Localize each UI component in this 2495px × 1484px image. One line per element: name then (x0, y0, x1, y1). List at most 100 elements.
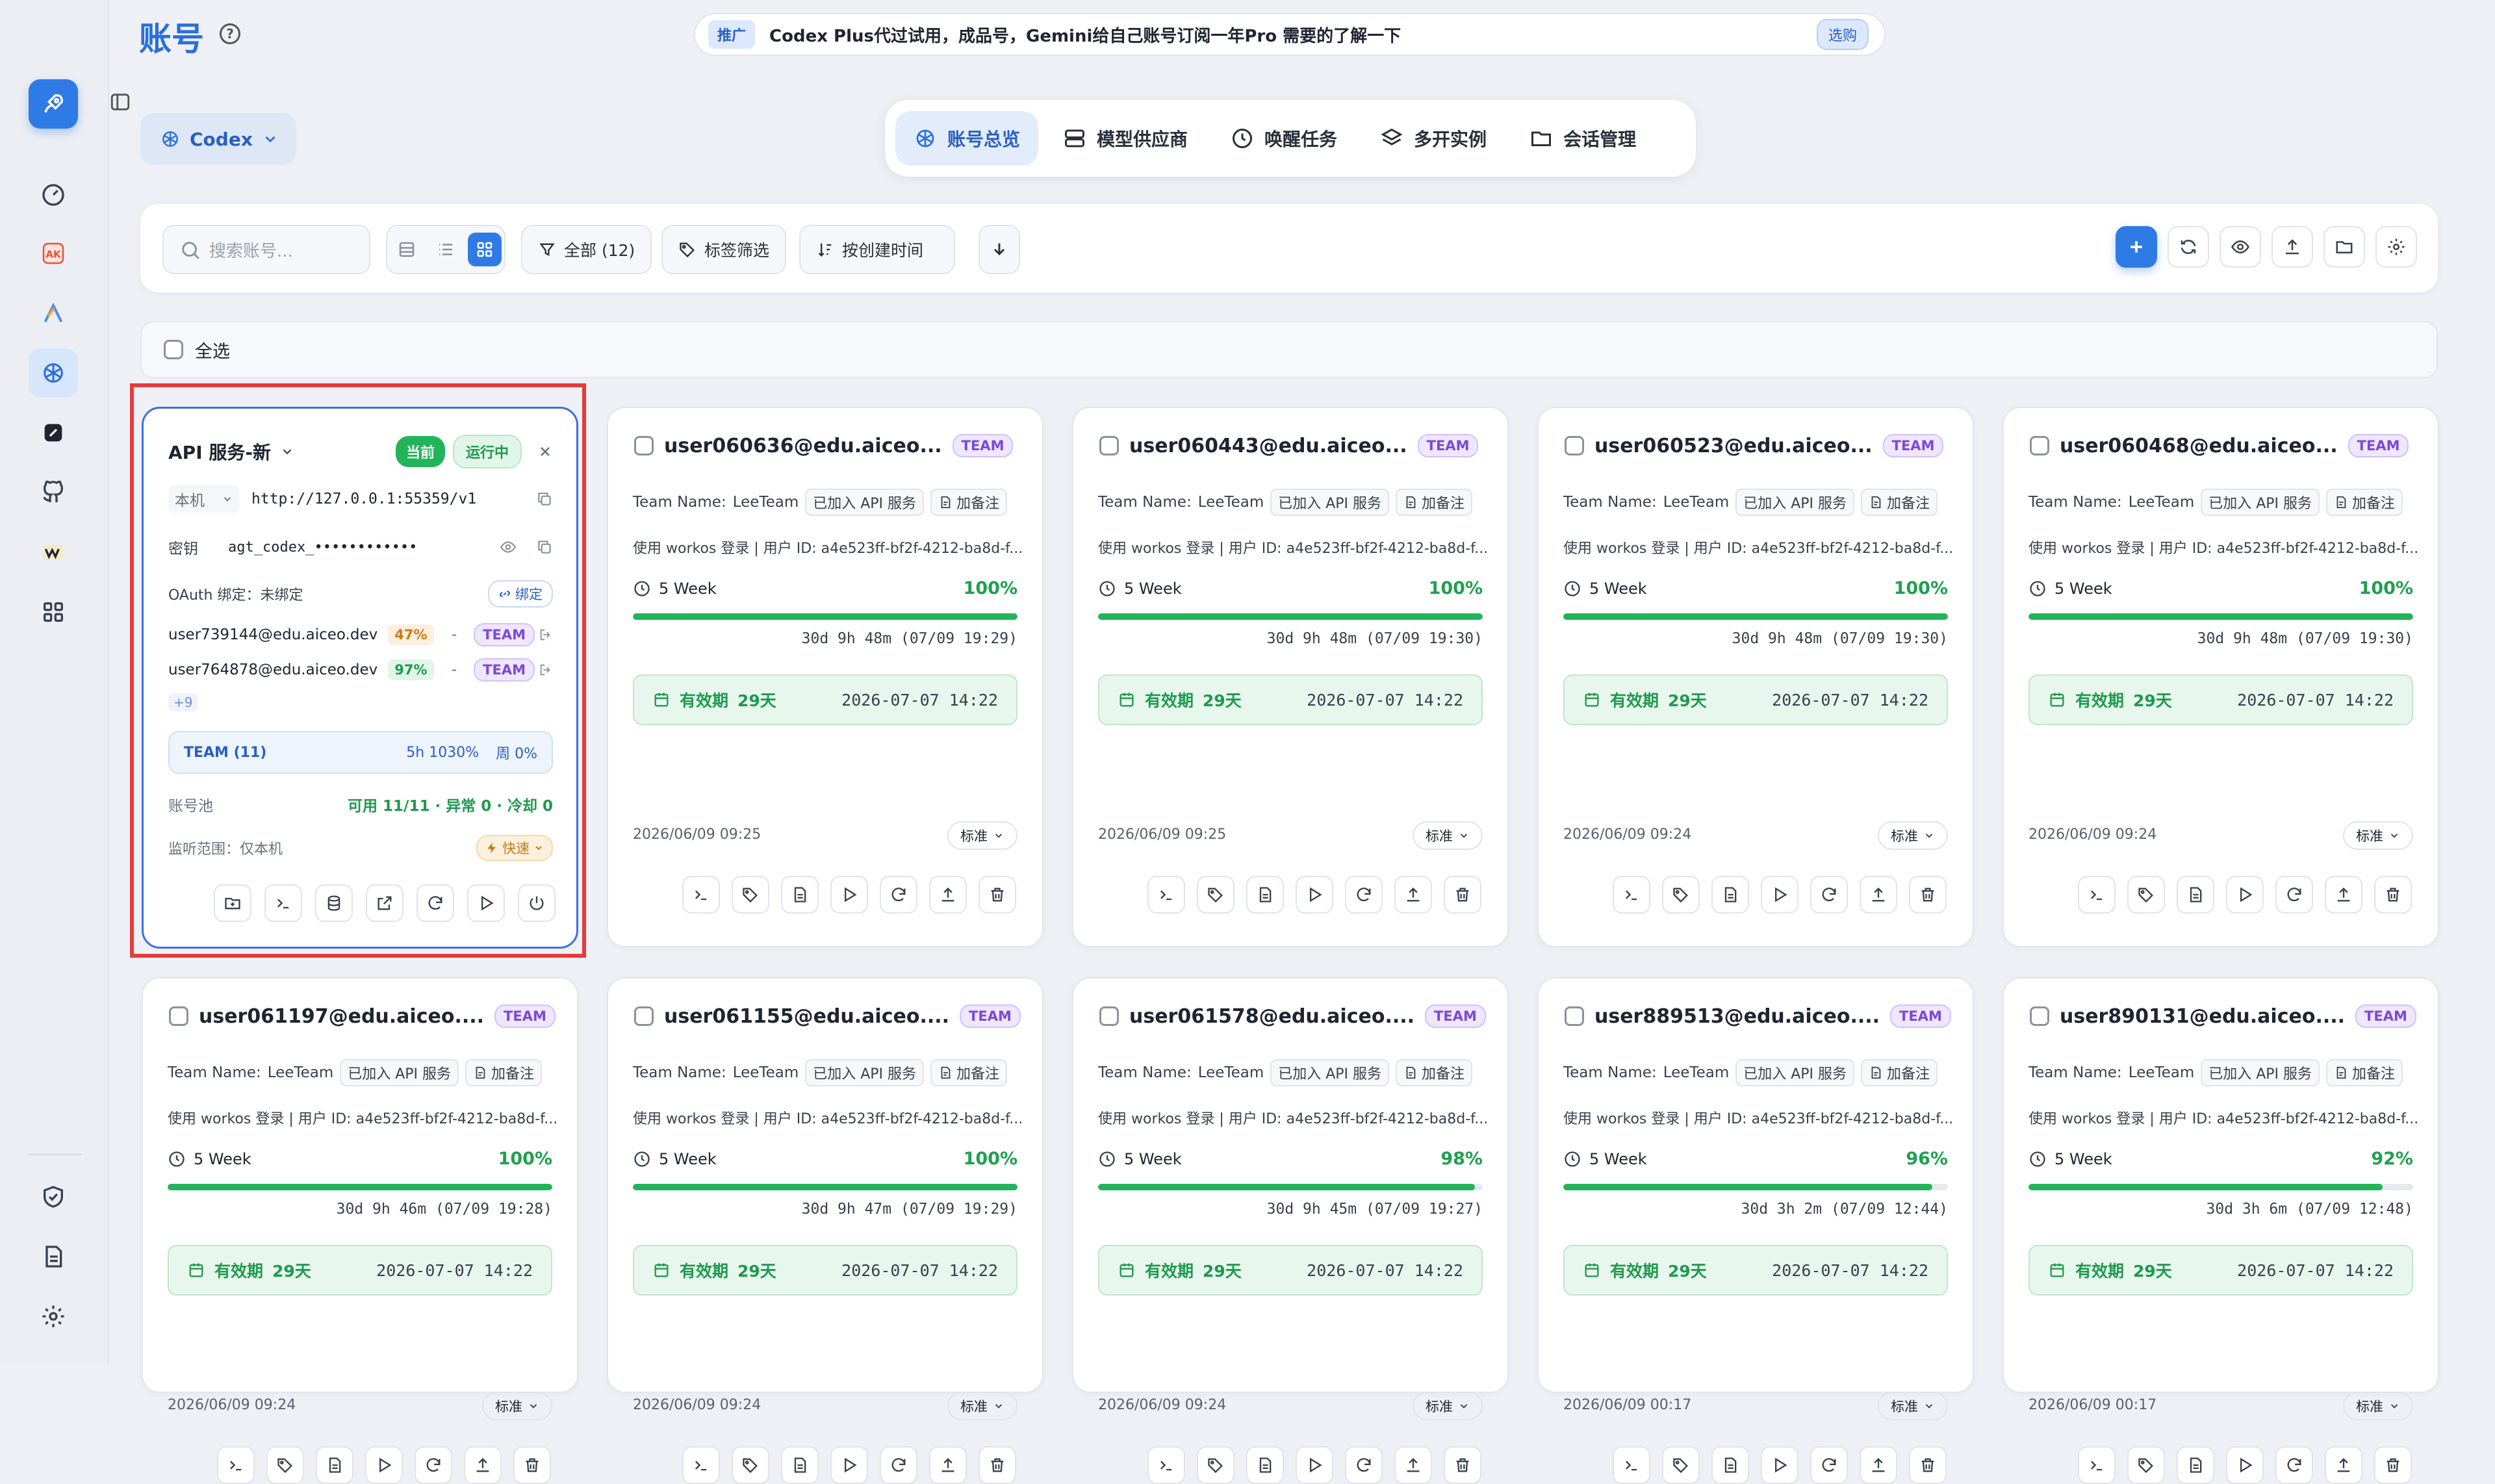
delete-button[interactable] (513, 1446, 551, 1484)
details-button[interactable] (2177, 1446, 2214, 1484)
account-card[interactable]: user061155@edu.aiceo.... TEAM Team Name:… (607, 977, 1043, 1484)
tag-button[interactable] (732, 1446, 769, 1484)
export-button[interactable] (929, 1446, 967, 1484)
tab-session-management[interactable]: 会话管理 (1511, 111, 1654, 166)
sidebar-item-cursor[interactable] (29, 408, 78, 457)
refresh-button[interactable] (1810, 1446, 1848, 1484)
switch-button[interactable] (1296, 876, 1333, 914)
view-grid-button[interactable] (468, 233, 502, 266)
bind-button[interactable]: 绑定 (488, 580, 553, 608)
sidebar-item-apps[interactable] (29, 587, 78, 637)
details-button[interactable] (1711, 1446, 1749, 1484)
tag-button[interactable] (2127, 876, 2165, 914)
delete-button[interactable] (979, 1446, 1016, 1484)
refresh-button[interactable] (415, 1446, 452, 1484)
account-checkbox[interactable] (2030, 1006, 2049, 1026)
tier-select[interactable]: 标准 (1413, 1392, 1483, 1420)
sidebar-item-home[interactable] (29, 79, 78, 129)
sidebar-item-logs[interactable] (29, 1232, 78, 1281)
terminal-button[interactable] (682, 1446, 720, 1484)
terminal-button[interactable] (682, 876, 720, 914)
delete-button[interactable] (1909, 876, 1947, 914)
tier-select[interactable]: 标准 (1413, 821, 1483, 850)
export-button[interactable] (1860, 876, 1897, 914)
account-checkbox[interactable] (2030, 436, 2049, 455)
open-folder-button[interactable] (214, 884, 251, 922)
switch-button[interactable] (1296, 1446, 1333, 1484)
add-note-button[interactable]: 加备注 (465, 1059, 543, 1086)
tier-select[interactable]: 标准 (947, 821, 1017, 850)
help-icon[interactable]: ? (220, 23, 240, 44)
switch-button[interactable] (830, 876, 868, 914)
tab-multi-instance[interactable]: 多开实例 (1362, 111, 1505, 166)
delete-button[interactable] (1909, 1446, 1947, 1484)
tier-select[interactable]: 标准 (947, 1392, 1017, 1420)
tier-select[interactable]: 标准 (482, 1392, 552, 1420)
tab-accounts-overview[interactable]: 账号总览 (895, 111, 1039, 166)
account-checkbox[interactable] (1099, 436, 1119, 455)
terminal-button[interactable] (1613, 876, 1650, 914)
switch-button[interactable] (365, 1446, 403, 1484)
logout-icon[interactable] (539, 628, 553, 642)
add-note-button[interactable]: 加备注 (1861, 1059, 1938, 1086)
account-card[interactable]: user061197@edu.aiceo.... TEAM Team Name:… (142, 977, 578, 1484)
delete-button[interactable] (2374, 876, 2412, 914)
account-card[interactable]: user060468@edu.aiceo... TEAM Team Name: … (2002, 407, 2439, 947)
terminal-button[interactable] (1147, 1446, 1185, 1484)
delete-button[interactable] (1444, 876, 1481, 914)
view-list-button[interactable] (429, 233, 463, 266)
add-note-button[interactable]: 加备注 (1396, 489, 1473, 516)
add-note-button[interactable]: 加备注 (930, 1059, 1008, 1086)
account-checkbox[interactable] (1565, 1006, 1584, 1026)
speed-select[interactable]: 快速 (476, 835, 553, 861)
tier-select[interactable]: 标准 (1878, 821, 1948, 850)
tag-button[interactable] (1662, 876, 1700, 914)
copy-icon[interactable] (536, 491, 553, 507)
refresh-button[interactable] (416, 884, 454, 922)
account-card[interactable]: user061578@edu.aiceo.... TEAM Team Name:… (1072, 977, 1509, 1484)
account-checkbox[interactable] (169, 1006, 188, 1026)
account-checkbox[interactable] (634, 1006, 654, 1026)
export-button[interactable] (929, 876, 967, 914)
export-button[interactable] (2325, 876, 2362, 914)
terminal-button[interactable] (1147, 876, 1185, 914)
add-note-button[interactable]: 加备注 (2326, 1059, 2403, 1086)
export-button[interactable] (1394, 1446, 1432, 1484)
tag-button[interactable] (1662, 1446, 1700, 1484)
tag-button[interactable] (1197, 876, 1235, 914)
power-button[interactable] (518, 884, 556, 922)
search-input[interactable]: 搜索账号... (162, 225, 370, 274)
tag-button[interactable] (2127, 1446, 2165, 1484)
account-checkbox[interactable] (634, 436, 654, 455)
account-card[interactable]: user889513@edu.aiceo.... TEAM Team Name:… (1537, 977, 1974, 1484)
export-button[interactable] (1860, 1446, 1897, 1484)
refresh-button[interactable] (1810, 876, 1848, 914)
switch-button[interactable] (2226, 1446, 2264, 1484)
terminal-button[interactable] (2078, 876, 2116, 914)
account-card[interactable]: user060443@edu.aiceo... TEAM Team Name: … (1072, 407, 1509, 947)
tier-select[interactable]: 标准 (2343, 1392, 2413, 1420)
start-button[interactable] (467, 884, 505, 922)
tag-filter-button[interactable]: 标签筛选 (661, 225, 787, 274)
switch-button[interactable] (1761, 876, 1798, 914)
add-note-button[interactable]: 加备注 (930, 489, 1008, 516)
promo-banner[interactable]: 推广 Codex Plus代过试用，成品号，Gemini给自己账号订阅一年Pro… (694, 13, 1886, 56)
sidebar-item-dashboard[interactable] (29, 170, 78, 220)
sidebar-item-codex[interactable] (29, 348, 78, 398)
tab-model-providers[interactable]: 模型供应商 (1045, 111, 1206, 166)
refresh-button[interactable] (880, 1446, 917, 1484)
details-button[interactable] (316, 1446, 353, 1484)
delete-button[interactable] (979, 876, 1016, 914)
sidebar-item-github[interactable] (29, 468, 78, 517)
tier-select[interactable]: 标准 (2343, 821, 2413, 850)
database-button[interactable] (315, 884, 353, 922)
details-button[interactable] (781, 1446, 819, 1484)
tag-button[interactable] (1197, 1446, 1235, 1484)
terminal-button[interactable] (1613, 1446, 1650, 1484)
add-note-button[interactable]: 加备注 (2326, 489, 2403, 516)
switch-button[interactable] (2226, 876, 2264, 914)
open-external-button[interactable] (366, 884, 403, 922)
terminal-button[interactable] (264, 884, 302, 922)
sidebar-toggle-icon[interactable] (109, 91, 131, 113)
tag-button[interactable] (266, 1446, 304, 1484)
